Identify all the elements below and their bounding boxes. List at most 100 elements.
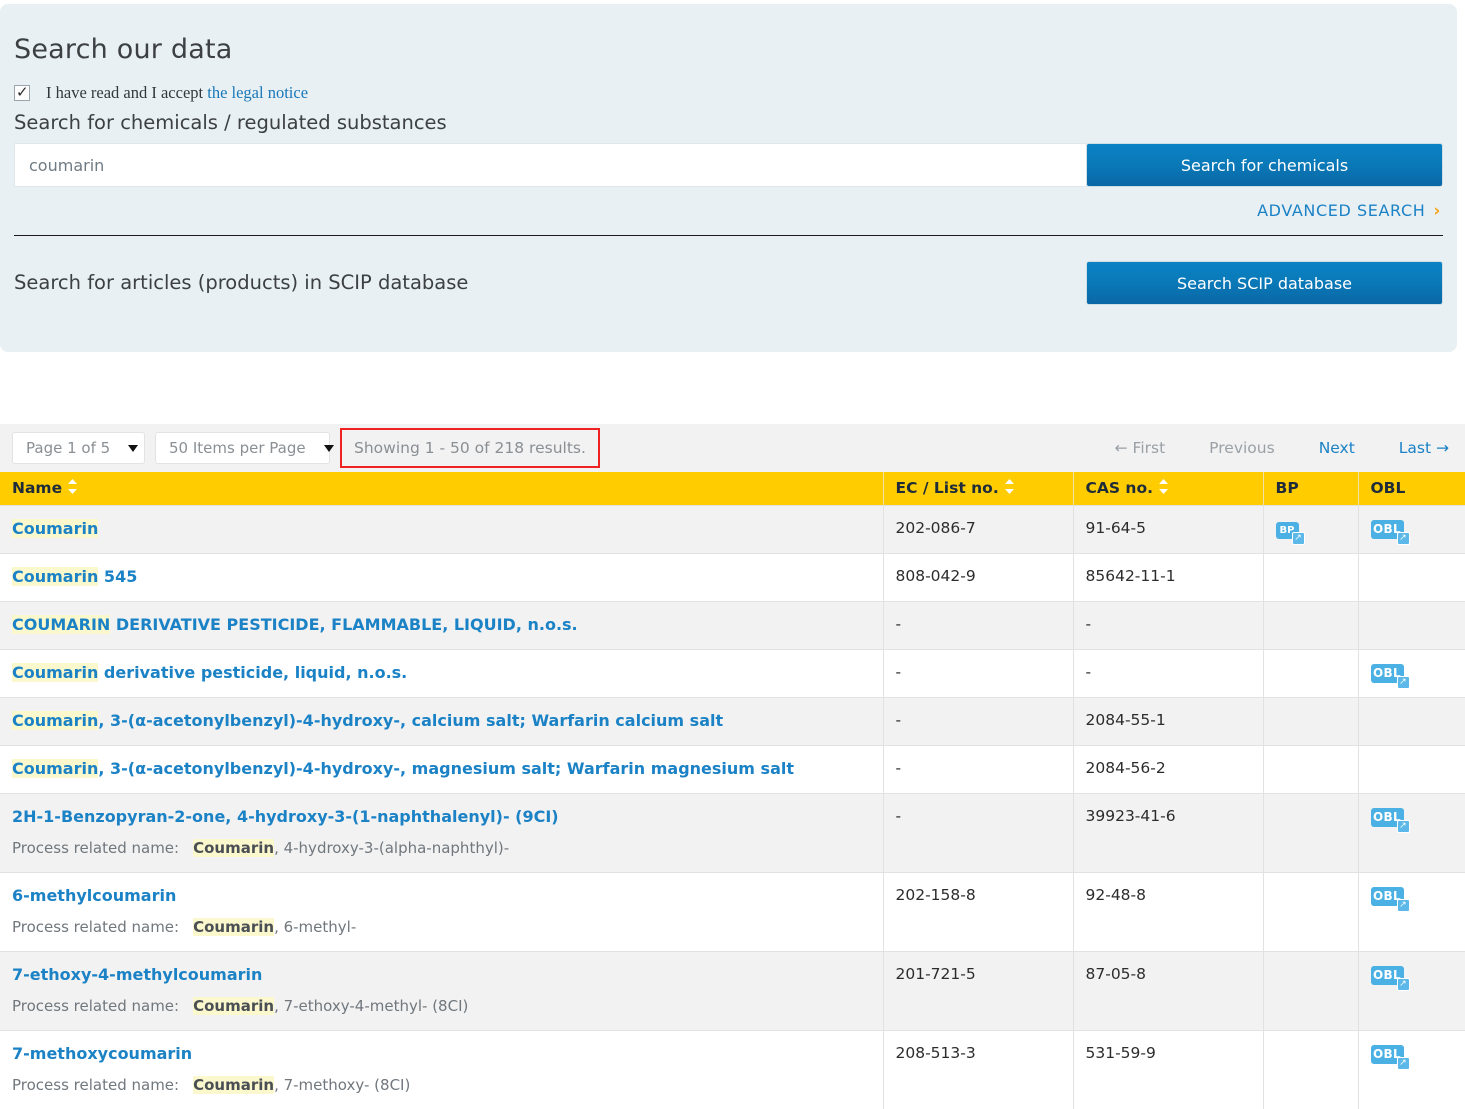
obl-badge-icon[interactable]: OBL ↗ xyxy=(1370,1044,1410,1070)
legal-notice-label: I have read and I accept the legal notic… xyxy=(46,83,308,103)
cell-cas-no: - xyxy=(1073,648,1264,697)
substance-name-link[interactable]: Coumarin xyxy=(12,518,871,539)
search-input[interactable] xyxy=(14,143,1087,187)
table-row: 7-methoxycoumarin Process related name: Co… xyxy=(0,1029,1465,1109)
process-related-name: Process related name: Coumarin, 7-methoxy… xyxy=(12,1075,411,1094)
substance-name-link[interactable]: 6-methylcoumarin xyxy=(12,886,871,906)
obl-badge-icon[interactable]: OBL ↗ xyxy=(1370,886,1410,912)
process-related-name-label: Process related name: xyxy=(12,1075,180,1094)
pagination-last[interactable]: Last → xyxy=(1399,439,1449,457)
cell-bp xyxy=(1263,696,1359,745)
cell-name: Coumarin 545 xyxy=(0,552,884,601)
cell-bp xyxy=(1263,792,1359,872)
obl-badge-icon[interactable]: OBL ↗ xyxy=(1370,663,1410,689)
table-row: 2H-1-Benzopyran-2-one, 4-hydroxy-3-(1-na… xyxy=(0,792,1465,872)
cell-ec-list-no: - xyxy=(883,792,1074,872)
table-row: Coumarin 202-086-7 91-64-5 BP ↗ OBL ↗ xyxy=(0,504,1465,553)
sort-icon[interactable] xyxy=(1158,479,1169,495)
search-panel: Search our data I have read and I accept… xyxy=(0,4,1457,352)
column-header-cas-label: CAS no. xyxy=(1085,479,1154,498)
cell-ec-list-no: - xyxy=(883,744,1074,793)
process-related-name: Process related name: Coumarin, 6-methyl- xyxy=(12,917,357,936)
cell-cas-no: 92-48-8 xyxy=(1073,871,1264,951)
pagination-next[interactable]: Next xyxy=(1319,439,1355,457)
legal-notice-text: I have read and I accept xyxy=(46,83,204,102)
cell-name: 7-methoxycoumarin Process related name: Co… xyxy=(0,1029,884,1109)
advanced-search-link[interactable]: ADVANCED SEARCH › xyxy=(1257,201,1441,221)
substance-name-link[interactable]: Coumarin, 3-(α-acetonylbenzyl)-4-hydroxy… xyxy=(12,758,871,779)
substance-name-link[interactable]: Coumarin derivative pesticide, liquid, n… xyxy=(12,662,871,683)
substance-name-link[interactable]: 7-ethoxy-4-methylcoumarin xyxy=(12,965,871,985)
table-row: Coumarin derivative pesticide, liquid, n… xyxy=(0,648,1465,697)
cell-name: Coumarin, 3-(α-acetonylbenzyl)-4-hydroxy… xyxy=(0,744,884,793)
substance-name-link[interactable]: Coumarin 545 xyxy=(12,566,871,587)
search-for-chemicals-button[interactable]: Search for chemicals xyxy=(1086,143,1443,187)
cell-obl: OBL ↗ xyxy=(1358,504,1465,553)
cell-bp xyxy=(1263,552,1359,601)
column-header-bp: BP xyxy=(1263,472,1359,505)
external-link-icon: ↗ xyxy=(1396,675,1410,689)
legal-notice-row: I have read and I accept the legal notic… xyxy=(14,83,1443,103)
process-related-name: Process related name: Coumarin, 7-ethoxy-… xyxy=(12,996,469,1015)
search-scip-database-button[interactable]: Search SCIP database xyxy=(1086,261,1443,305)
table-row: 7-ethoxy-4-methylcoumarin Process related… xyxy=(0,950,1465,1030)
scip-search-row: Search for articles (products) in SCIP d… xyxy=(14,261,1443,305)
table-row: Coumarin, 3-(α-acetonylbenzyl)-4-hydroxy… xyxy=(0,696,1465,745)
legal-notice-checkbox[interactable] xyxy=(14,83,30,101)
legal-notice-link[interactable]: the legal notice xyxy=(207,83,308,102)
column-header-ec[interactable]: EC / List no. xyxy=(883,472,1074,505)
obl-badge-icon[interactable]: OBL ↗ xyxy=(1370,519,1410,545)
results-table: Name EC / List no. CAS no. BP OBL Coumar… xyxy=(0,472,1465,1109)
cell-name: 6-methylcoumarin Process related name: Cou… xyxy=(0,871,884,951)
cell-bp: BP ↗ xyxy=(1263,504,1359,553)
column-header-obl: OBL xyxy=(1358,472,1465,505)
cell-ec-list-no: - xyxy=(883,648,1074,697)
column-header-cas[interactable]: CAS no. xyxy=(1073,472,1264,505)
column-header-name[interactable]: Name xyxy=(0,472,884,505)
sort-icon[interactable] xyxy=(1004,479,1015,495)
page-select[interactable]: Page 1 of 5 xyxy=(12,432,145,464)
external-link-icon: ↗ xyxy=(1396,977,1410,991)
cell-cas-no: 531-59-9 xyxy=(1073,1029,1264,1109)
items-per-page-select[interactable]: 50 Items per Page xyxy=(155,432,334,464)
substance-name-link[interactable]: 2H-1-Benzopyran-2-one, 4-hydroxy-3-(1-na… xyxy=(12,807,871,827)
cell-cas-no: 87-05-8 xyxy=(1073,950,1264,1030)
substance-name-link[interactable]: Coumarin, 3-(α-acetonylbenzyl)-4-hydroxy… xyxy=(12,710,871,731)
cell-cas-no: 39923-41-6 xyxy=(1073,792,1264,872)
cell-cas-no: 85642-11-1 xyxy=(1073,552,1264,601)
table-row: 6-methylcoumarin Process related name: Cou… xyxy=(0,871,1465,951)
cell-bp xyxy=(1263,950,1359,1030)
cell-ec-list-no: - xyxy=(883,600,1074,649)
cell-ec-list-no: 208-513-3 xyxy=(883,1029,1074,1109)
cell-cas-no: - xyxy=(1073,600,1264,649)
table-header-row: Name EC / List no. CAS no. BP OBL xyxy=(0,472,1465,505)
external-link-icon: ↗ xyxy=(1396,819,1410,833)
obl-badge-icon[interactable]: OBL ↗ xyxy=(1370,965,1410,991)
cell-ec-list-no: - xyxy=(883,696,1074,745)
cell-ec-list-no: 202-158-8 xyxy=(883,871,1074,951)
cell-obl: OBL ↗ xyxy=(1358,648,1465,697)
cell-obl xyxy=(1358,600,1465,649)
cell-cas-no: 2084-56-2 xyxy=(1073,744,1264,793)
obl-badge-icon[interactable]: OBL ↗ xyxy=(1370,807,1410,833)
pagination-controls: ← First Previous Next Last → xyxy=(1071,439,1465,457)
process-related-name-label: Process related name: xyxy=(12,996,180,1015)
chemicals-search-label: Search for chemicals / regulated substan… xyxy=(14,111,447,134)
external-link-icon: ↗ xyxy=(1396,531,1410,545)
pagination-previous[interactable]: Previous xyxy=(1209,439,1275,457)
substance-name-link[interactable]: 7-methoxycoumarin xyxy=(12,1044,871,1064)
table-row: Coumarin 545 808-042-9 85642-11-1 xyxy=(0,552,1465,601)
panel-divider xyxy=(14,235,1443,236)
bp-badge-icon[interactable]: BP ↗ xyxy=(1275,521,1305,545)
page-select-value: Page 1 of 5 xyxy=(26,439,111,457)
column-header-name-label: Name xyxy=(12,479,63,498)
sort-icon[interactable] xyxy=(67,479,78,495)
substance-name-link[interactable]: COUMARIN DERIVATIVE PESTICIDE, FLAMMABLE… xyxy=(12,614,871,635)
cell-ec-list-no: 202-086-7 xyxy=(883,504,1074,553)
table-row: COUMARIN DERIVATIVE PESTICIDE, FLAMMABLE… xyxy=(0,600,1465,649)
cell-ec-list-no: 808-042-9 xyxy=(883,552,1074,601)
table-body: Coumarin 202-086-7 91-64-5 BP ↗ OBL ↗ Coumarin … xyxy=(0,504,1465,1109)
cell-name: Coumarin derivative pesticide, liquid, n… xyxy=(0,648,884,697)
pagination-first[interactable]: ← First xyxy=(1115,439,1166,457)
cell-name: 7-ethoxy-4-methylcoumarin Process related… xyxy=(0,950,884,1030)
